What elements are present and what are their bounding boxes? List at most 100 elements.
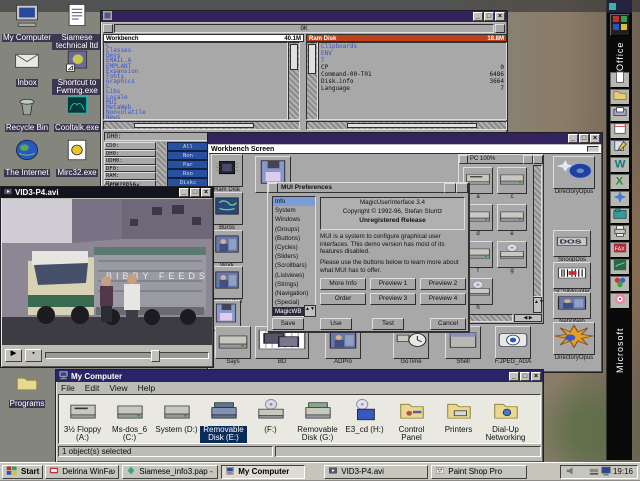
dopus-file-row[interactable]: Language7: [319, 85, 506, 92]
office-launcher-button[interactable]: [610, 14, 630, 36]
mui-page-listviews[interactable]: (Listviews): [273, 271, 315, 280]
task-button-paint-shop-pro[interactable]: Paint Shop Pro: [431, 465, 527, 479]
office-document-button[interactable]: [610, 72, 630, 88]
lister-vscrollbar[interactable]: [533, 165, 542, 297]
dopus-minimize-button[interactable]: _: [473, 12, 483, 21]
wb-icon-net-web-3[interactable]: Net&Web: [547, 292, 597, 326]
dopus-file-row[interactable]: ENV: [319, 50, 506, 57]
dopus-drive-scrollbar[interactable]: [157, 142, 166, 188]
dopus-gadget-left[interactable]: [103, 24, 113, 33]
office-winfax-button[interactable]: FAX: [610, 242, 630, 258]
mui-page-windows[interactable]: Windows: [273, 215, 315, 224]
mui-page-cycles[interactable]: (Cycles): [273, 243, 315, 252]
dopus-left-lister-header[interactable]: Workbench40.1M: [103, 34, 304, 42]
video-titlebar[interactable]: VID3-P4.avi _ □ ×: [1, 187, 213, 198]
mc-maximize-button[interactable]: □: [520, 372, 530, 381]
mui-page-system[interactable]: System: [273, 206, 315, 215]
desktop-icon-programs[interactable]: Programs: [2, 372, 52, 408]
dopus-right-hscrollbar[interactable]: [306, 121, 507, 130]
dopus-drive-button-ram[interactable]: RAM:: [104, 172, 156, 180]
dopus-titlebar[interactable]: _ □ ×: [101, 11, 507, 22]
mui-page-scrollbars[interactable]: (Scrollbars): [273, 261, 315, 270]
dopus-drive-button-df0[interactable]: DF0:: [104, 165, 156, 173]
mui-button-order[interactable]: Order: [320, 293, 366, 305]
task-button-siamese-info3-pap-seit-[interactable]: Siamese_info3.pap - Seit...: [122, 465, 218, 479]
wb-icon-directoryopus-0[interactable]: DirectoryOpus: [547, 156, 601, 196]
mc-item-system-d-[interactable]: System (D:): [153, 397, 200, 434]
video-close-button[interactable]: ×: [201, 188, 211, 197]
lister-scroll-arrows[interactable]: ▲▼: [533, 297, 542, 313]
mui-close-gadget[interactable]: [268, 183, 278, 193]
desktop-icon-siamese-technical-ltd[interactable]: Siamese technical ltd: [52, 2, 102, 50]
screen-depth-gadget[interactable]: [587, 146, 599, 152]
mc-item-e3-cd-h-[interactable]: E3_cd (H:): [341, 397, 388, 434]
task-button-my-computer[interactable]: My Computer: [221, 465, 305, 479]
menu-help[interactable]: Help: [138, 383, 155, 393]
office-cardfile-button[interactable]: [610, 208, 630, 224]
mc-item-3-floppy-a-[interactable]: 3½ Floppy (A:): [59, 397, 106, 443]
mui-use-button[interactable]: Use: [320, 318, 352, 330]
dopus-file-row[interactable]: Command-00-T016486: [319, 71, 506, 78]
lister-titlebar[interactable]: PC 100%: [459, 155, 543, 164]
mui-depth-gadget[interactable]: [456, 183, 468, 193]
video-minimize-button[interactable]: _: [179, 188, 189, 197]
tray-display-icon[interactable]: [601, 463, 611, 481]
office-map-button[interactable]: [610, 259, 630, 275]
office-dart-button[interactable]: [610, 293, 630, 309]
dopus-drive-button-cd0[interactable]: CD0:: [104, 142, 156, 150]
dopus-right-lister[interactable]: ClipboardsENVTCP0Command-00-T016486Disk.…: [318, 42, 507, 120]
lister-depth-gadget[interactable]: [533, 155, 543, 164]
mui-page-info[interactable]: Info: [273, 197, 315, 206]
lister-close-gadget[interactable]: [459, 155, 468, 164]
office-paint-button[interactable]: [610, 276, 630, 292]
mui-page-sliders[interactable]: (Sliders): [273, 252, 315, 261]
lister-zoom-gadget[interactable]: [523, 155, 533, 164]
mui-cancel-button[interactable]: Cancel: [430, 318, 466, 330]
stop-button[interactable]: ▪: [25, 349, 42, 362]
mui-button-preview-2[interactable]: Preview 2: [420, 278, 466, 290]
mc-item-dial-up-networking[interactable]: Dial-Up Networking: [482, 397, 529, 443]
mui-page-strings[interactable]: (Strings): [273, 280, 315, 289]
mc-item-ms-dos-6-c-[interactable]: Ms-dos_6 (C:): [106, 397, 153, 443]
wb-icon-scsimounter-2[interactable]: SCSIMounter: [547, 262, 597, 296]
wb-icon-buros[interactable]: Buros: [209, 192, 249, 232]
office-powerpoint-button[interactable]: [610, 191, 630, 207]
wb-icon-gotime[interactable]: GoTime: [387, 326, 435, 366]
mc-item-removable-disk-e-[interactable]: Removable Disk (E:): [200, 397, 247, 443]
desktop-icon-the-internet[interactable]: The Internet: [2, 137, 52, 177]
mc-close-button[interactable]: ×: [531, 372, 541, 381]
desktop-icon-inbox[interactable]: Inbox: [2, 47, 52, 87]
dopus-action-button-par[interactable]: Par: [167, 160, 209, 169]
dopus-action-button-all[interactable]: All: [167, 142, 209, 151]
video-maximize-button[interactable]: □: [190, 188, 200, 197]
tray-modem-icon[interactable]: [589, 463, 599, 481]
office-word-button[interactable]: W: [610, 157, 630, 173]
mui-test-button[interactable]: Test: [372, 318, 404, 330]
mui-button-preview-4[interactable]: Preview 4: [420, 293, 466, 305]
workbench-close-button[interactable]: ×: [590, 134, 600, 143]
desktop-icon-cooltalk-exe[interactable]: Cooltalk.exe: [52, 92, 102, 132]
wb-icon-f-jpeg-aga[interactable]: F.JPEG_AGA: [489, 326, 537, 366]
office-excel-button[interactable]: X: [610, 174, 630, 190]
dopus-action-button-non[interactable]: Non: [167, 151, 209, 160]
mui-zoom-gadget[interactable]: [444, 183, 456, 193]
mui-button-preview-3[interactable]: Preview 3: [370, 293, 416, 305]
mc-minimize-button[interactable]: _: [509, 372, 519, 381]
mui-page-navigation[interactable]: (Navigation): [273, 289, 315, 298]
mui-page-groups[interactable]: (Groups): [273, 225, 315, 234]
mc-item-removable-disk-g-[interactable]: Removable Disk (G:): [294, 397, 341, 443]
desktop-icon-recycle-bin[interactable]: Recycle Bin: [2, 92, 52, 132]
seek-thumb[interactable]: [151, 350, 160, 362]
wb-icon-ram-disk[interactable]: Ram Disk: [209, 154, 249, 194]
task-button-vid3-p4-avi[interactable]: VID3-P4.avi: [324, 465, 428, 479]
office-folder-button[interactable]: [610, 89, 630, 105]
dopus-drive-button-dh0[interactable]: DH0:: [104, 150, 156, 158]
mui-page-buttons[interactable]: (Buttons): [273, 234, 315, 243]
office-mail-tray-button[interactable]: [610, 106, 630, 122]
mui-button-preview-1[interactable]: Preview 1: [370, 278, 416, 290]
my-computer-titlebar[interactable]: My Computer _ □ ×: [56, 370, 543, 382]
menu-file[interactable]: File: [61, 383, 75, 393]
dopus-file-row[interactable]: Disk.info3664: [319, 78, 506, 85]
mui-titlebar[interactable]: MUI Preferences: [268, 183, 468, 193]
desktop-icon-mirc32-exe[interactable]: Mirc32.exe: [52, 137, 102, 177]
